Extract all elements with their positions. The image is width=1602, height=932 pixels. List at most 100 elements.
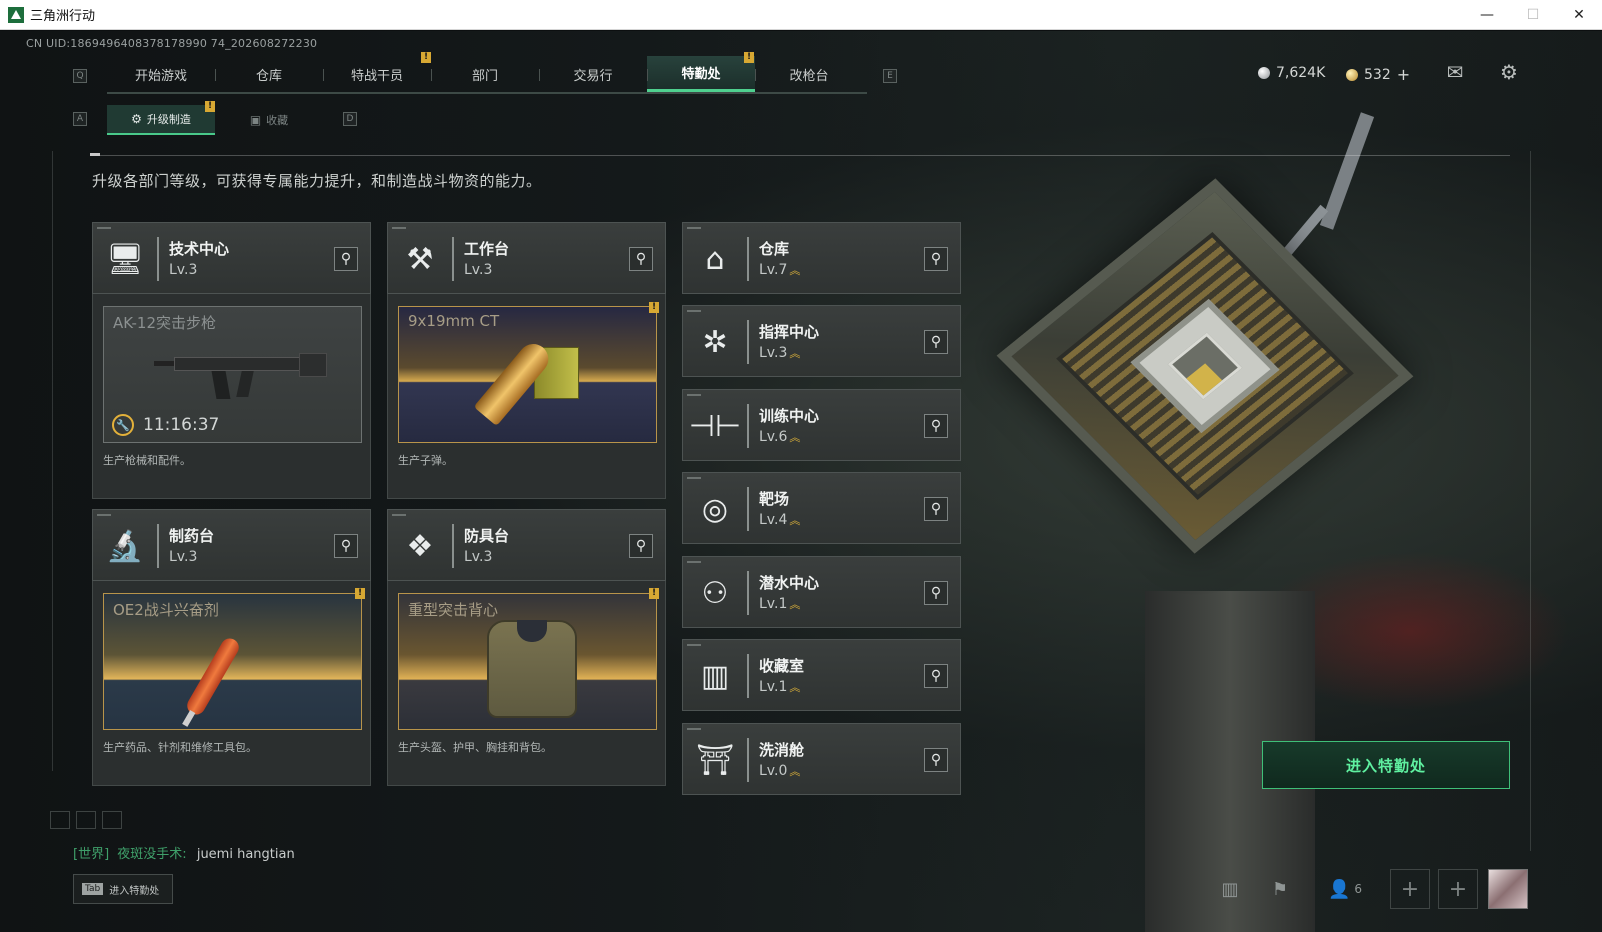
silver-currency: 7,624K — [1258, 65, 1325, 81]
tab-warehouse[interactable]: 仓库 — [215, 56, 323, 92]
game-viewport: CN UID:1869496408378178990 74_2026082722… — [0, 31, 1602, 932]
chat-sender: 夜斑没手术: — [117, 847, 187, 862]
tab-hint-label: 进入特勤处 — [109, 885, 160, 897]
gold-coin-icon — [1346, 68, 1358, 81]
tab-start-game[interactable]: 开始游戏 — [107, 56, 215, 92]
quick-slot[interactable] — [102, 811, 122, 829]
upgrade-chevron-icon: ︽ — [789, 514, 800, 527]
search-icon[interactable]: ⚲ — [629, 247, 653, 271]
notification-badge: ! — [421, 52, 431, 63]
dept-level: Lv.0 ︽ — [759, 763, 800, 779]
product-name: 9x19mm CT — [408, 312, 500, 330]
dept-card-warehouse[interactable]: ⌂ 仓库 Lv.7 ︽ ⚲ — [682, 222, 961, 294]
production-slot[interactable]: 重型突击背心 — [398, 593, 657, 730]
dept-card-armor-bench[interactable]: ❖ 防具台 Lv.3 ⚲ — [387, 509, 666, 581]
tab-trading[interactable]: 交易行 — [539, 56, 647, 92]
quick-slot[interactable] — [50, 811, 70, 829]
special-ops-cube-3d-model[interactable] — [996, 171, 1414, 591]
production-panel-tech-center[interactable]: AK-12突击步枪 🔧 11:16:37 生产枪械和配件。 — [92, 294, 371, 499]
dept-card-tech-center[interactable]: 🖥 技术中心 Lv.3 ⚲ — [92, 222, 371, 294]
dept-name: 潜水中心 — [759, 574, 820, 592]
gear-icon[interactable]: ⚙ — [1496, 60, 1522, 84]
production-panel-pharmacy[interactable]: OE2战斗兴奋剂 生产药品、针剂和维修工具包。 — [92, 581, 371, 786]
dept-name: 工作台 — [464, 240, 510, 258]
add-slot-button[interactable]: + — [1438, 869, 1478, 909]
tab-special-ops[interactable]: 特勤处 — [647, 56, 755, 92]
search-icon[interactable]: ⚲ — [334, 534, 358, 558]
chat-message[interactable]: [世界] 夜斑没手术: juemi hangtian — [73, 843, 295, 862]
subtab-upgrade-manufacture[interactable]: ⚙ 升级制造 — [107, 105, 215, 135]
gold-currency[interactable]: 532 + — [1346, 65, 1410, 84]
notification-badge: ! — [205, 101, 215, 112]
production-panel-armor-bench[interactable]: 重型突击背心 生产头盔、护甲、胸挂和背包。 — [387, 581, 666, 786]
avatar[interactable] — [1488, 869, 1528, 909]
add-currency-button[interactable]: + — [1397, 65, 1410, 84]
flag-icon[interactable]: ⚑ — [1262, 869, 1298, 909]
search-icon[interactable]: ⚲ — [924, 247, 948, 271]
dept-card-command-center[interactable]: ✲ 指挥中心 Lv.3 ︽ ⚲ — [682, 305, 961, 377]
search-icon[interactable]: ⚲ — [629, 534, 653, 558]
dept-card-collection-room[interactable]: ▥ 收藏室 Lv.1 ︽ ⚲ — [682, 639, 961, 711]
production-slot[interactable]: OE2战斗兴奋剂 — [103, 593, 362, 730]
dept-card-workbench[interactable]: ⚒ 工作台 Lv.3 ⚲ — [387, 222, 666, 294]
search-icon[interactable]: ⚲ — [924, 414, 948, 438]
dept-level: Lv.1 ︽ — [759, 596, 800, 612]
subtab-label: 升级制造 — [146, 113, 191, 126]
dept-name: 收藏室 — [759, 657, 805, 675]
tab-operators[interactable]: 特战干员 — [323, 56, 431, 92]
search-icon[interactable]: ⚲ — [924, 748, 948, 772]
dept-card-pharmacy[interactable]: 🔬 制药台 Lv.3 ⚲ — [92, 509, 371, 581]
maximize-button[interactable]: ☐ — [1510, 0, 1556, 30]
computer-icon: 🖥 — [105, 241, 145, 277]
production-slot[interactable]: AK-12突击步枪 🔧 11:16:37 — [103, 306, 362, 443]
dept-card-decontamination[interactable]: ⛩ 洗消舱 Lv.0 ︽ ⚲ — [682, 723, 961, 795]
friends-icon: 👤 — [1327, 878, 1351, 900]
dept-level: Lv.3 — [464, 549, 493, 565]
search-icon[interactable]: ⚲ — [334, 247, 358, 271]
minimize-button[interactable]: — — [1464, 0, 1510, 30]
tab-key-hint[interactable]: Tab 进入特勤处 — [73, 874, 173, 904]
search-icon[interactable]: ⚲ — [924, 497, 948, 521]
upgrade-chevron-icon: ︽ — [789, 264, 800, 277]
search-icon[interactable]: ⚲ — [924, 581, 948, 605]
stats-icon[interactable]: ▥ — [1212, 869, 1248, 909]
key-hint-q: Q — [73, 69, 87, 83]
dept-name: 技术中心 — [169, 240, 230, 258]
rifle-image — [154, 339, 327, 409]
dept-level: Lv.3 — [169, 262, 198, 278]
close-button[interactable]: ✕ — [1556, 0, 1602, 30]
dept-level: Lv.3 ︽ — [759, 345, 800, 361]
production-panel-workbench[interactable]: 9x19mm CT 生产子弹。 — [387, 294, 666, 499]
decon-icon: ⛩ — [695, 742, 735, 778]
production-slot[interactable]: 9x19mm CT — [398, 306, 657, 443]
notification-badge: ! — [649, 302, 659, 313]
dept-card-shooting-range[interactable]: ◎ 靶场 Lv.4 ︽ ⚲ — [682, 472, 961, 544]
key-hint-d: D — [343, 112, 357, 126]
dept-level: Lv.7 ︽ — [759, 262, 800, 278]
stim-syringe-image — [183, 635, 243, 718]
tab-departments[interactable]: 部门 — [431, 56, 539, 92]
microscope-icon: 🔬 — [106, 528, 144, 564]
product-name: AK-12突击步枪 — [113, 314, 217, 332]
upgrade-icon: ⚙ — [131, 112, 142, 126]
notification-badge: ! — [744, 52, 754, 63]
production-timer: 🔧 11:16:37 — [112, 414, 219, 436]
chat-channel: [世界] — [73, 847, 110, 862]
search-icon[interactable]: ⚲ — [924, 330, 948, 354]
product-description: 生产枪械和配件。 — [103, 454, 191, 467]
friends-button[interactable]: 👤 6 — [1320, 869, 1370, 909]
dept-card-training-center[interactable]: ⊣⊢ 训练中心 Lv.6 ︽ ⚲ — [682, 389, 961, 461]
wrench-clock-icon: 🔧 — [112, 414, 134, 436]
enter-special-ops-button[interactable]: 进入特勤处 — [1262, 741, 1510, 789]
mail-icon[interactable]: ✉ — [1442, 60, 1468, 84]
upgrade-chevron-icon: ︽ — [789, 765, 800, 778]
silver-coin-icon — [1258, 67, 1270, 79]
dept-level: Lv.1 ︽ — [759, 679, 800, 695]
collection-icon: ▣ — [249, 113, 262, 127]
search-icon[interactable]: ⚲ — [924, 664, 948, 688]
quick-slot[interactable] — [76, 811, 96, 829]
add-slot-button[interactable]: + — [1390, 869, 1430, 909]
tab-gunsmith[interactable]: 改枪台 — [755, 56, 863, 92]
subtab-collection[interactable]: ▣ 收藏 — [215, 105, 323, 135]
dept-card-diving-center[interactable]: ⚇ 潜水中心 Lv.1 ︽ ⚲ — [682, 556, 961, 628]
